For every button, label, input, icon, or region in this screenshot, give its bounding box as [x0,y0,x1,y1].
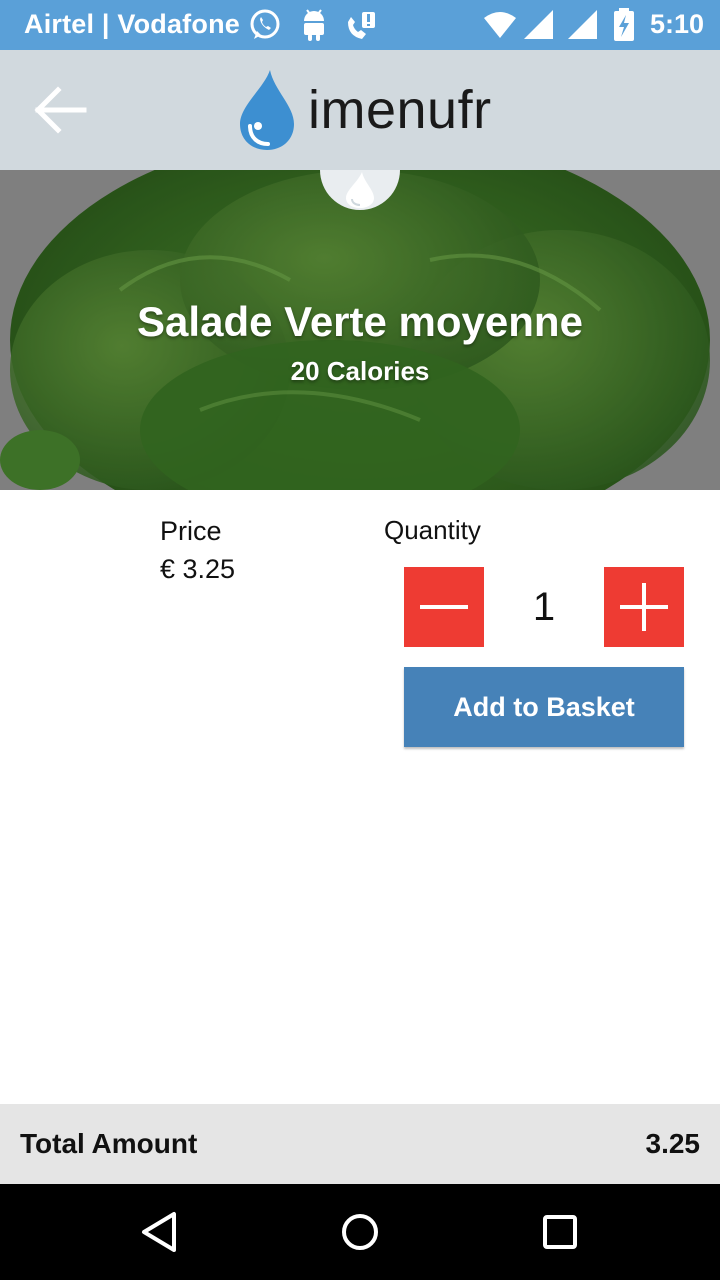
app-logo: imenufr [236,68,492,152]
logo-text: imenufr [308,80,492,140]
increase-quantity-button[interactable] [604,567,684,647]
signal-icon [566,8,600,47]
missed-call-icon [344,8,378,47]
system-nav-bar [0,1184,720,1280]
price-value: € 3.25 [160,554,236,584]
status-clock: 5:10 [649,9,704,39]
product-calories: 20 Calories [290,356,430,386]
add-to-basket-button[interactable]: Add to Basket [404,667,684,747]
android-icon [300,8,328,47]
whatsapp-icon [248,8,282,47]
square-recents-icon [543,1215,577,1249]
decrease-quantity-button[interactable] [404,567,484,647]
total-bar: Total Amount 3.25 [0,1104,720,1184]
nav-home-button[interactable] [336,1208,384,1256]
app-bar: imenufr [0,50,720,170]
nav-back-button[interactable] [136,1208,184,1256]
wifi-icon [482,8,518,47]
water-drop-icon [240,70,294,150]
battery-charging-icon [612,8,636,47]
add-to-basket-label: Add to Basket [453,691,635,722]
back-button[interactable] [30,80,90,140]
carrier-name: Airtel | Vodafone [24,9,240,39]
status-bar: Airtel | Vodafone 5:10 [0,0,720,50]
circle-home-icon [342,1214,378,1250]
minus-icon [420,605,468,609]
signal-icon [522,8,556,47]
price-label: Price [160,516,222,546]
product-title: Salade Verte moyenne [137,298,583,345]
quantity-value: 1 [532,585,556,629]
triangle-back-icon [142,1212,176,1252]
total-value: 3.25 [645,1128,701,1159]
product-hero-image: Salade Verte moyenne 20 Calories [0,170,720,490]
quantity-label: Quantity [384,515,481,545]
arrow-left-icon [34,86,87,134]
plus-icon [620,583,668,631]
nav-recents-button[interactable] [536,1208,584,1256]
total-label: Total Amount [20,1128,198,1159]
water-drop-icon [346,172,374,208]
